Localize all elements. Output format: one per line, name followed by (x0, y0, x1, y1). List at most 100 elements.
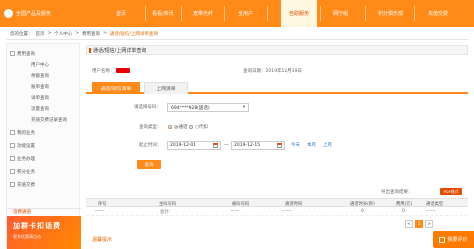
nav-item-news[interactable]: 看看/资讯 (152, 0, 174, 27)
breadcrumb-separator: > (47, 31, 52, 36)
page-number-button[interactable]: 1 (415, 220, 423, 228)
quick-link-today[interactable]: 今天 (291, 142, 300, 148)
number-select-value: 694****928(固话) (171, 105, 210, 111)
column-header: 通话时间 (285, 202, 303, 207)
feedback-button[interactable]: 我要评价 (433, 231, 474, 248)
next-page-button[interactable]: > (425, 220, 433, 228)
breadcrumb: 您的位置： 首页 > 个人中心 > 费用查询 > 通话/短信/上网详单查询 (10, 29, 158, 38)
end-date-input[interactable]: 2019-12-15 (231, 141, 285, 150)
table-cell: ------ (282, 209, 292, 214)
period-label: 起止时间： (139, 143, 162, 148)
promo-banner-title: 加群卡扣话费 (13, 222, 61, 230)
column-header: 费用(元) (396, 202, 413, 207)
nav-divider (267, 6, 268, 21)
user-name-label: 用户名称： (92, 69, 115, 74)
breadcrumb-item[interactable]: 费用查询 (82, 31, 100, 37)
column-header: 通话类型 (426, 202, 444, 207)
tips-heading: 温馨提示 (92, 237, 113, 243)
breadcrumb-item[interactable]: 首页 (36, 31, 45, 37)
sidebar-item-label: 账单查询 (31, 84, 49, 90)
query-type-label: 查询类型： (139, 125, 162, 130)
nav-item-points-club[interactable]: 积分俱乐部 (378, 0, 403, 27)
export-label: 导出查询结果： (381, 190, 413, 195)
breadcrumb-prefix: 您的位置： (10, 31, 33, 37)
nav-divider (365, 6, 366, 21)
sidebar-item-label: 充值交费 (17, 182, 35, 188)
nav-divider (181, 6, 182, 21)
brand[interactable]: 全国产品及服务 (0, 0, 90, 27)
sidebar-item-settings[interactable]: 功能设置 (7, 140, 81, 151)
query-date-info: 查询日期：2019年12月19日 (243, 68, 302, 74)
sidebar-item-bill[interactable]: 账单查询 (7, 81, 81, 92)
divider (6, 39, 468, 40)
sidebar-item-points[interactable]: 积分业务 (7, 166, 81, 177)
collapse-icon (10, 51, 15, 56)
expand-icon (10, 156, 15, 161)
table-cell: 0 (361, 209, 364, 214)
expand-icon (10, 143, 15, 148)
sidebar-item-recharge-history[interactable]: 充值交费记录查询 (7, 114, 81, 125)
radio-selected-icon (168, 125, 172, 129)
nav-divider (414, 6, 415, 21)
number-select[interactable]: 694****928(固话) ▾ (167, 103, 249, 112)
sidebar-item-fee-query[interactable]: 费用查询 (7, 48, 81, 59)
date-range-separator: — (224, 142, 229, 148)
query-button[interactable]: 查询 (137, 160, 161, 169)
export-pdf-button[interactable]: PDF格式 (440, 188, 462, 195)
radio-unselected-icon (189, 125, 193, 129)
sidebar-item-traffic[interactable]: 流量查询 (7, 103, 81, 114)
calendar-icon[interactable] (277, 143, 282, 148)
sidebar-item-label: 我的业务 (17, 130, 35, 136)
quick-link-last-month[interactable]: 上月 (323, 142, 332, 148)
table-cell: ------ (95, 209, 105, 214)
nav-divider (224, 6, 225, 21)
sidebar: 费用查询 用户中心 余额查询 账单查询 详单查询 流量查询 充值交费记录查询 我… (6, 43, 81, 249)
pagination: < 1 > (405, 220, 433, 228)
query-date-value: 2019年12月19日 (265, 69, 302, 74)
nav-item-broadband[interactable]: 宽带光纤 (193, 0, 213, 27)
tab-call-sms-list[interactable]: 通话/短信清单 (92, 82, 140, 94)
table-header: 序号 主叫号码 被叫号码 通话时间 通话时长(秒) 费用(元) 通话类型 (86, 198, 468, 207)
feedback-icon (439, 236, 446, 243)
sidebar-item-label: 详单查询 (31, 95, 49, 101)
column-header: 序号 (98, 202, 107, 207)
sidebar-item-business-handling[interactable]: 业务办理 (7, 153, 81, 164)
sidebar-item-my-business[interactable]: 我的业务 (7, 127, 81, 138)
sidebar-item-user-center[interactable]: 用户中心 (7, 59, 81, 70)
sidebar-footer-link[interactable]: 话费通道 (7, 208, 81, 215)
sidebar-item-balance[interactable]: 余额查询 (7, 70, 81, 81)
tab-internet-list[interactable]: 上网清单 (144, 82, 188, 94)
nav-item-home[interactable]: 首页 (116, 0, 126, 27)
nav-item-self-service[interactable]: 自助服务 (281, 0, 318, 27)
nav-item-recharge[interactable]: 充值交费 (428, 0, 448, 27)
nav-item-online-hall[interactable]: 网厅组 (333, 0, 348, 27)
promo-banner-subtitle: 更多优惠请点击 (13, 234, 41, 239)
nav-item-all-users[interactable]: 全用户 (238, 0, 253, 27)
breadcrumb-item[interactable]: 个人中心 (54, 31, 72, 37)
sidebar-item-label: 用户中心 (31, 62, 49, 68)
sidebar-item-label: 业务办理 (17, 156, 35, 162)
promo-banner[interactable]: 加群卡扣话费 更多优惠请点击 (7, 216, 81, 249)
quick-link-this-month[interactable]: 本月 (307, 142, 316, 148)
chevron-down-icon: ▾ (242, 105, 245, 110)
table-cell: ------ (230, 209, 240, 214)
feedback-label: 我要评价 (447, 237, 468, 243)
radio-call[interactable]: @通话 (168, 124, 188, 130)
column-header: 主叫号码 (159, 202, 177, 207)
table-cell: 总计： (160, 210, 173, 215)
expand-icon (10, 130, 15, 135)
radio-withhold[interactable]: ○代扣 (189, 124, 208, 130)
start-date-value: 2019-12-01 (170, 143, 197, 148)
breadcrumb-separator: > (103, 31, 107, 36)
start-date-input[interactable]: 2019-12-01 (167, 141, 221, 150)
nav-divider (320, 6, 321, 21)
number-label: 请选择号码： (134, 105, 161, 110)
prev-page-button[interactable]: < (405, 220, 413, 228)
brand-logo-icon (4, 9, 13, 18)
sidebar-item-label: 费用查询 (17, 51, 35, 57)
sidebar-item-detail[interactable]: 详单查询 (7, 92, 81, 103)
sidebar-item-recharge[interactable]: 充值交费 (7, 179, 81, 190)
query-tabs: 通话/短信清单 上网清单 (86, 82, 468, 94)
sidebar-item-label: 余额查询 (31, 73, 49, 79)
calendar-icon[interactable] (213, 143, 218, 148)
